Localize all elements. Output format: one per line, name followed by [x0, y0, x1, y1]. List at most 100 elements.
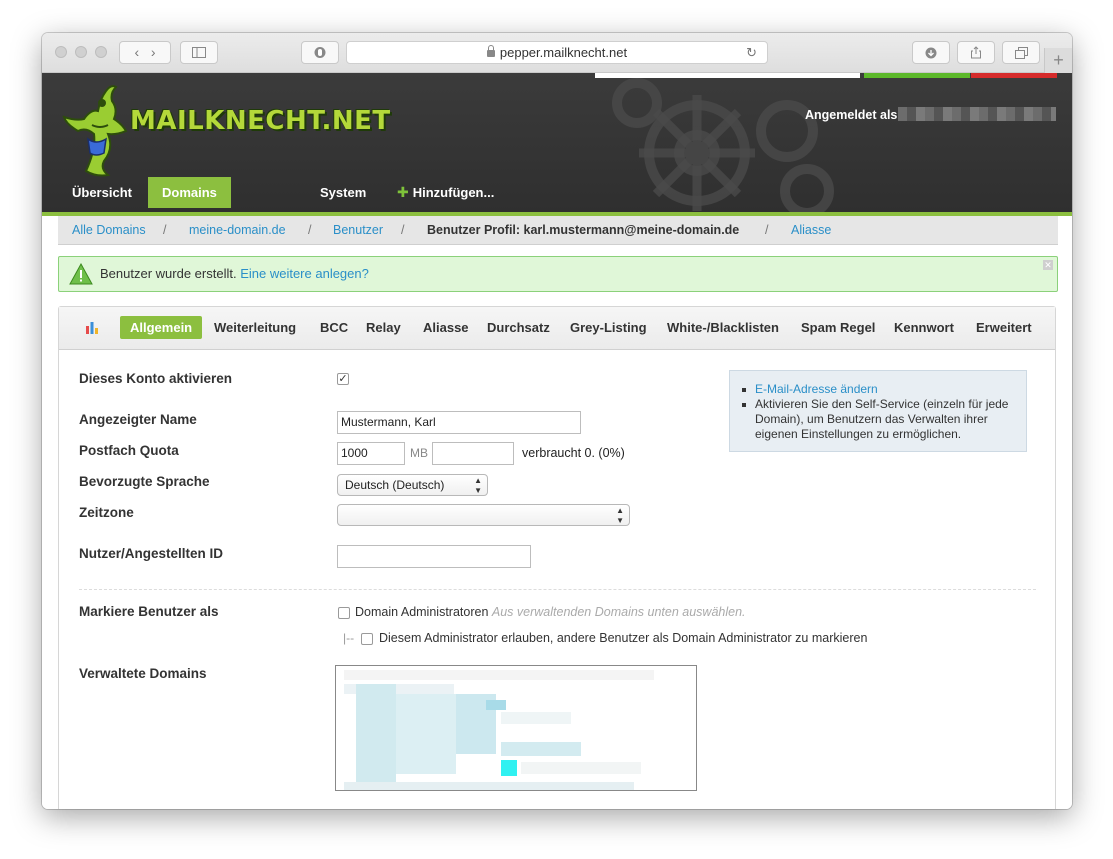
forward-icon[interactable]: ›: [151, 44, 156, 60]
nav-item-system[interactable]: System: [306, 177, 380, 208]
minimize-window-button[interactable]: [75, 46, 87, 58]
tab-relay[interactable]: Relay: [356, 316, 411, 339]
back-forward-buttons[interactable]: ‹ ›: [119, 41, 171, 64]
breadcrumb-separator: /: [765, 223, 769, 237]
breadcrumb-domain[interactable]: meine-domain.de: [189, 216, 286, 245]
select-arrows-icon: ▲ ▼: [616, 506, 624, 525]
employee-id-label: Nutzer/Angestellten ID: [79, 546, 224, 561]
domain-admin-option: Domain Administratoren Aus verwaltenden …: [355, 605, 746, 619]
genie-logo-icon: [62, 85, 128, 177]
domain-admin-hint: Aus verwaltenden Domains unten auswählen…: [491, 605, 746, 619]
tabs-overview-button[interactable]: [1002, 41, 1040, 64]
tabs-icon: [1014, 47, 1028, 59]
nav-item-add[interactable]: ✚ Hinzufügen...: [383, 177, 508, 208]
success-alert: Benutzer wurde erstellt. Eine weitere an…: [58, 256, 1058, 292]
display-name-label: Angezeigter Name: [79, 412, 197, 427]
nav-item-overview[interactable]: Übersicht: [58, 177, 146, 208]
plus-icon: +: [1053, 50, 1064, 70]
site-logo[interactable]: MAILKNECHT.NET: [130, 106, 391, 136]
breadcrumb-separator: /: [401, 223, 405, 237]
managed-domains-list[interactable]: [335, 665, 697, 791]
info-box: E-Mail-Adresse ändern Aktivieren Sie den…: [729, 370, 1027, 452]
mark-user-label: Markiere Benutzer als: [79, 604, 219, 619]
share-icon: [971, 46, 981, 59]
tab-spam-rule[interactable]: Spam Regel: [791, 316, 885, 339]
breadcrumb-user-profile: Benutzer Profil: karl.mustermann@meine-d…: [427, 223, 740, 237]
breadcrumb-separator: /: [308, 223, 312, 237]
sidebar-icon: [192, 47, 206, 58]
tab-aliases[interactable]: Aliasse: [413, 316, 479, 339]
quota-unit-label: MB: [410, 446, 428, 460]
breadcrumb-separator: /: [163, 223, 167, 237]
tab-forwarding[interactable]: Weiterleitung: [204, 316, 306, 339]
plus-icon: ✚: [397, 184, 409, 200]
preferred-language-label: Bevorzugte Sprache: [79, 474, 210, 489]
alert-message-text: Benutzer wurde erstellt.: [100, 266, 237, 281]
quota-secondary-input[interactable]: [432, 442, 514, 465]
close-icon[interactable]: ✕: [1043, 260, 1053, 270]
new-tab-button[interactable]: +: [1044, 48, 1072, 73]
employee-id-input[interactable]: [337, 545, 531, 568]
change-email-link[interactable]: E-Mail-Adresse ändern: [755, 382, 878, 396]
logged-in-label: Angemeldet als: [805, 108, 898, 122]
info-list-item: Aktivieren Sie den Self-Service (einzeln…: [740, 397, 1020, 442]
breadcrumb: Alle Domains / meine-domain.de / Benutze…: [58, 216, 1058, 245]
tab-advanced[interactable]: Erweitert: [966, 316, 1042, 339]
info-list-item: E-Mail-Adresse ändern: [740, 382, 1020, 397]
nav-item-domains[interactable]: Domains und Konten: [148, 177, 231, 208]
privacy-button[interactable]: [301, 41, 339, 64]
select-arrows-icon: ▲ ▼: [474, 476, 482, 495]
tree-prefix: |--: [343, 631, 355, 645]
activate-account-checkbox[interactable]: ✓: [337, 373, 349, 385]
download-icon: [925, 47, 937, 59]
breadcrumb-all-domains[interactable]: Alle Domains: [72, 216, 146, 245]
redacted-domain-list: [344, 670, 654, 790]
downloads-button[interactable]: [912, 41, 950, 64]
back-icon[interactable]: ‹: [134, 44, 139, 60]
timezone-label: Zeitzone: [79, 505, 134, 520]
close-window-button[interactable]: [55, 46, 67, 58]
address-bar[interactable]: pepper.mailknecht.net ↻: [346, 41, 768, 64]
timezone-select[interactable]: ▲ ▼: [337, 504, 630, 526]
info-list: E-Mail-Adresse ändern Aktivieren Sie den…: [740, 382, 1020, 442]
reload-icon[interactable]: ↻: [746, 42, 757, 63]
section-divider: [79, 589, 1036, 590]
site-header: MAILKNECHT.NET Angemeldet als Übersicht …: [42, 73, 1072, 212]
lock-icon: [486, 45, 495, 57]
tab-throughput[interactable]: Durchsatz: [477, 316, 560, 339]
alert-message: Benutzer wurde erstellt. Eine weitere an…: [100, 257, 369, 291]
tab-white-blacklists[interactable]: White-/Blacklisten: [657, 316, 789, 339]
gears-background-icon: [612, 78, 834, 212]
sidebar-toggle-button[interactable]: [180, 41, 218, 64]
display-name-input[interactable]: Mustermann, Karl: [337, 411, 581, 434]
create-another-link[interactable]: Eine weitere anlegen?: [240, 266, 369, 281]
browser-toolbar: ‹ › pepper.mailknecht.net ↻ +: [42, 33, 1072, 73]
quota-input[interactable]: 1000: [337, 442, 405, 465]
managed-domains-label: Verwaltete Domains: [79, 666, 207, 681]
domain-admin-label: Domain Administratoren: [355, 605, 489, 619]
redacted-username: [898, 107, 1056, 121]
allow-admin-checkbox[interactable]: [361, 633, 373, 645]
profile-tabs: Allgemein Weiterleitung BCC Relay Aliass…: [59, 307, 1055, 350]
tab-general[interactable]: Allgemein: [120, 316, 203, 339]
red-button-remnant[interactable]: [971, 73, 1057, 78]
mailbox-quota-label: Postfach Quota: [79, 443, 179, 458]
breadcrumb-users[interactable]: Benutzer: [333, 216, 383, 245]
language-select[interactable]: Deutsch (Deutsch) ▲ ▼: [337, 474, 488, 496]
allow-admin-label: Diesem Administrator erlauben, andere Be…: [379, 631, 868, 645]
green-button-remnant[interactable]: [864, 73, 970, 78]
domain-admin-checkbox[interactable]: [338, 607, 350, 619]
tab-grey-listing[interactable]: Grey-Listing: [560, 316, 657, 339]
language-select-value: Deutsch (Deutsch): [345, 478, 445, 492]
tab-password[interactable]: Kennwort: [884, 316, 964, 339]
activate-account-label: Dieses Konto aktivieren: [79, 371, 233, 386]
browser-window: ‹ › pepper.mailknecht.net ↻ + MAILKNECHT…: [42, 33, 1072, 809]
warning-triangle-icon: [69, 263, 93, 285]
chart-icon[interactable]: [85, 320, 99, 334]
tab-bcc[interactable]: BCC: [310, 316, 358, 339]
share-button[interactable]: [957, 41, 995, 64]
quota-used-text: verbraucht 0. (0%): [522, 446, 625, 460]
url-text: pepper.mailknecht.net: [499, 45, 628, 60]
breadcrumb-aliases[interactable]: Aliasse: [791, 216, 831, 245]
zoom-window-button[interactable]: [95, 46, 107, 58]
